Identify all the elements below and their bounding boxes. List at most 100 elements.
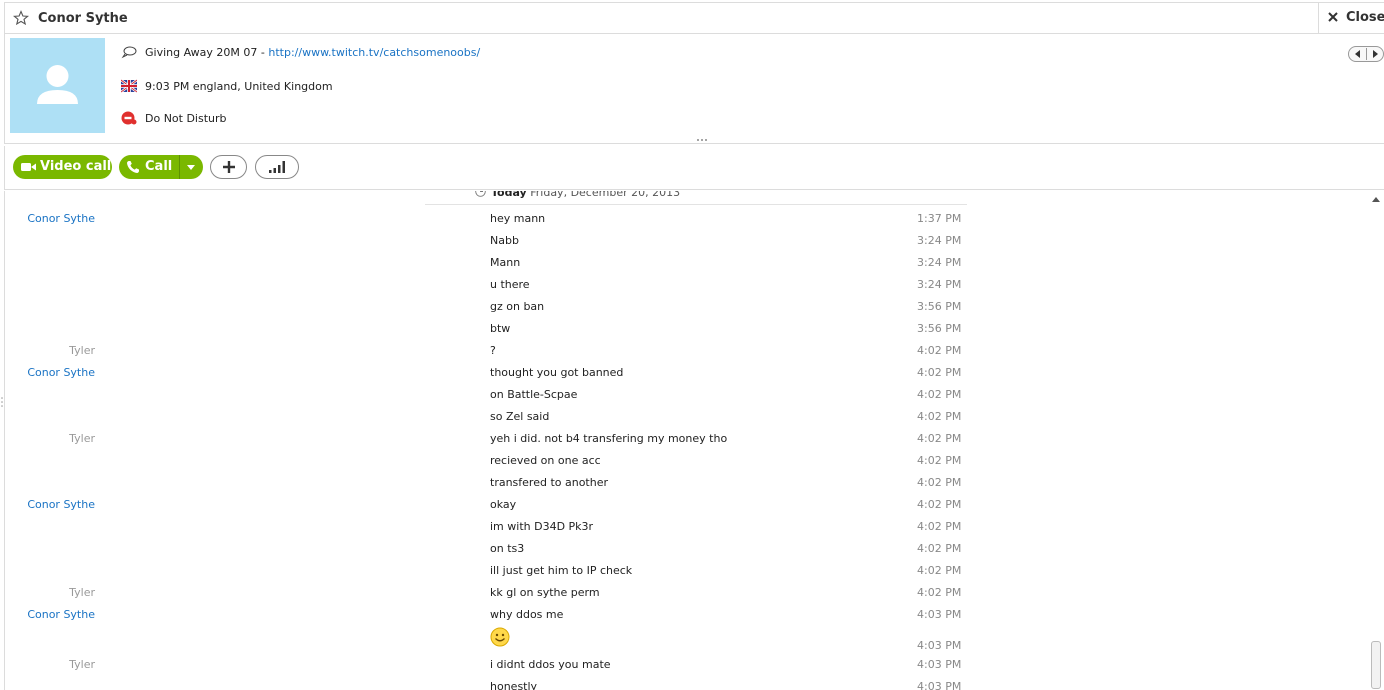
mood-link[interactable]: http://www.twitch.tv/catchsomenoobs/ [268,46,480,59]
message-text: kk gl on sythe perm [490,586,600,599]
message-time: 4:02 PM [917,388,962,401]
message-time: 4:02 PM [917,344,962,357]
message-text: on Battle-Scpae [490,388,578,401]
online-status: Do Not Disturb [145,112,227,125]
message-text: honestly [490,680,538,690]
close-button[interactable]: Close [1318,3,1384,33]
do-not-disturb-icon [121,111,137,125]
message-author[interactable]: Tyler [69,432,95,445]
message-author[interactable]: Conor Sythe [27,366,95,379]
date-full: Friday, December 20, 2013 [526,191,681,199]
resize-grip-icon[interactable] [696,138,708,142]
video-camera-icon [21,163,36,171]
message-text: thought you got banned [490,366,624,379]
message-time: 4:02 PM [917,476,962,489]
message-text: why ddos me [490,608,564,621]
profile-nav-arrows[interactable] [1348,46,1384,62]
message-author[interactable]: Tyler [69,586,95,599]
message-time: 4:02 PM [917,432,962,445]
arrow-left-icon[interactable] [1354,50,1362,58]
message-row: 4:03 PM [5,627,1005,652]
mood-message: Giving Away 20M 07 - [145,46,269,59]
message-row: ill just get him to IP check 4:02 PM [5,564,1005,586]
message-time: 4:02 PM [917,454,962,467]
message-time: 4:02 PM [917,564,962,577]
message-text: ill just get him to IP check [490,564,633,577]
message-row: Conor Sythe thought you got banned 4:02 PM [5,366,1005,388]
sidebar-resize-grip-icon[interactable] [0,396,4,408]
message-row: u there 3:24 PM [5,278,1005,300]
arrow-right-icon[interactable] [1371,50,1379,58]
message-time: 4:02 PM [917,498,962,511]
message-row: honestly 4:03 PM [5,680,1005,690]
message-text: transfered to another [490,476,609,489]
contact-name: Conor Sythe [38,11,128,26]
message-row: gz on ban 3:56 PM [5,300,1005,322]
message-text: im with D34D Pk3r [490,520,594,533]
close-label: Close [1346,10,1384,25]
message-text: yeh i did. not b4 transfering my money t… [490,432,728,445]
call-button[interactable]: Call [119,155,203,179]
message-row: Tyler? 4:02 PM [5,344,1005,366]
avatar[interactable] [10,38,105,133]
message-row: recieved on one acc 4:02 PM [5,454,1005,476]
message-text: Mann [490,256,521,269]
message-text: Nabb [490,234,519,247]
message-text: u there [490,278,530,291]
message-text: btw [490,322,511,335]
message-time: 3:56 PM [917,322,962,335]
message-row: Tyler i didnt ddos you mate 4:03 PM [5,658,1005,680]
plus-icon [223,161,235,173]
message-time: 4:03 PM [917,680,962,690]
message-row: on ts3 4:02 PM [5,542,1005,564]
message-time: 3:24 PM [917,234,962,247]
phone-icon [127,161,139,173]
message-row: btw 3:56 PM [5,322,1005,344]
clock-icon [475,191,486,197]
call-options-dropdown[interactable] [187,165,195,170]
star-icon[interactable] [13,10,29,26]
call-quality-button[interactable] [255,155,299,179]
message-row: Mann 3:24 PM [5,256,1005,278]
message-author[interactable]: Conor Sythe [27,498,95,511]
message-text: so Zel said [490,410,550,423]
message-time: 4:02 PM [917,520,962,533]
message-text: i didnt ddos you mate [490,658,611,671]
message-time: 4:03 PM [917,639,962,652]
message-time: 1:37 PM [917,212,962,225]
default-avatar-icon [37,65,78,104]
message-row: im with D34D Pk3r 4:02 PM [5,520,1005,542]
call-toolbar: Video call Call [4,146,1384,190]
chat-scrollbar[interactable] [1368,191,1384,690]
message-time: 3:56 PM [917,300,962,313]
scroll-thumb[interactable] [1371,641,1381,689]
message-time: 4:02 PM [917,586,962,599]
chat-history[interactable]: Today Friday, December 20, 2013 Conor Sy… [4,191,1384,690]
message-row: Nabb 3:24 PM [5,234,1005,256]
message-author[interactable]: Conor Sythe [27,608,95,621]
message-row: Tyler kk gl on sythe perm 4:02 PM [5,586,1005,608]
message-row: Tyler yeh i did. not b4 transfering my mo… [5,432,1005,454]
message-author[interactable]: Conor Sythe [27,212,95,225]
video-call-label: Video call [40,159,112,174]
date-separator-label: Today Friday, December 20, 2013 [491,191,680,199]
message-author[interactable]: Tyler [69,344,95,357]
scroll-up-icon[interactable] [1372,197,1380,202]
message-time: 4:02 PM [917,410,962,423]
add-to-conversation-button[interactable] [210,155,247,179]
message-row: on Battle-Scpae 4:02 PM [5,388,1005,410]
message-time: 3:24 PM [917,278,962,291]
message-time: 4:02 PM [917,542,962,555]
title-bar: Conor Sythe Close [4,2,1384,34]
message-time: 3:24 PM [917,256,962,269]
message-author[interactable]: Tyler [69,658,95,671]
message-time: 4:03 PM [917,608,962,621]
message-row: Conor Sythe hey mann 1:37 PM [5,212,1005,234]
message-time: 4:03 PM [917,658,962,671]
speech-bubble-icon [121,46,137,59]
date-today: Today [491,191,527,199]
message-row: Conor Sythe okay 4:02 PM [5,498,1005,520]
message-text: okay [490,498,517,511]
message-row: transfered to another 4:02 PM [5,476,1005,498]
video-call-button[interactable]: Video call [13,155,112,179]
